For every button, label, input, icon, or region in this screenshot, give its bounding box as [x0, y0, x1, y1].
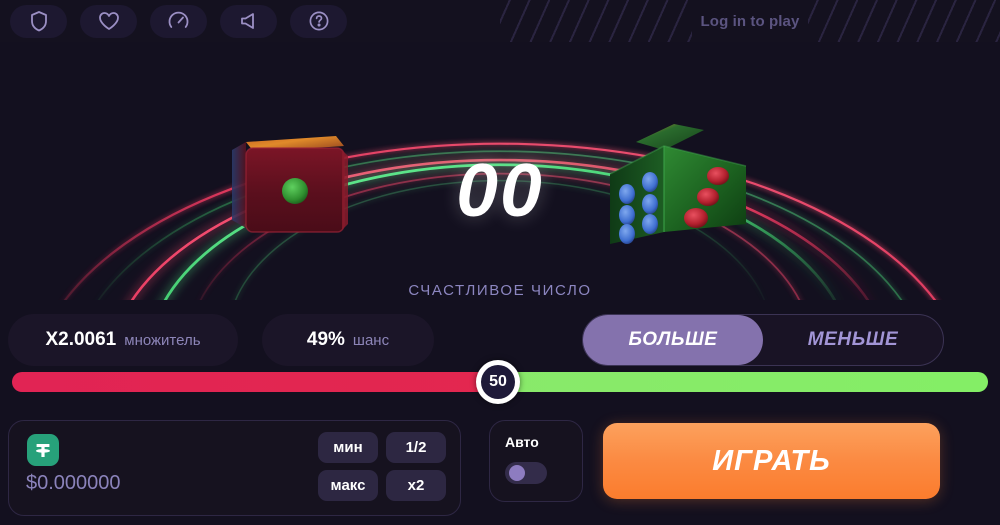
favorites-button[interactable] [80, 4, 137, 38]
auto-toggle-knob [509, 465, 525, 481]
gauge-icon [168, 11, 189, 32]
slider-track-high [500, 372, 988, 392]
toggle-over[interactable]: БОЛЬШЕ [583, 315, 763, 365]
bet-panel[interactable]: $0.000000 мин 1/2 макс x2 [8, 420, 461, 516]
direction-toggle[interactable]: БОЛЬШЕ МЕНЬШЕ [582, 314, 944, 366]
multiplier-pill: X2.0061 множитель [8, 314, 238, 366]
bet-max-button[interactable]: макс [318, 470, 378, 501]
dice-game-app: Log in to play 00 СЧАСТЛИВОЕ ЧИСЛО X2.00… [0, 0, 1000, 525]
bet-quick-buttons: мин 1/2 макс x2 [318, 432, 446, 501]
roll-slider[interactable]: 50 [12, 360, 988, 404]
chance-value: 49% [306, 329, 345, 350]
stats-button[interactable] [150, 4, 207, 38]
chance-label: шанс [352, 331, 390, 349]
game-stage: 00 СЧАСТЛИВОЕ ЧИСЛО [0, 42, 1000, 300]
top-bar-icon-group [0, 4, 347, 38]
help-button[interactable] [290, 4, 347, 38]
login-banner[interactable]: Log in to play [500, 0, 1000, 42]
toggle-under[interactable]: МЕНЬШЕ [763, 315, 943, 365]
multiplier-value: X2.0061 [45, 329, 117, 350]
stripes-right [808, 0, 1000, 42]
stripes-left [500, 0, 692, 42]
slider-value: 50 [481, 365, 515, 399]
shield-icon [29, 10, 49, 32]
auto-panel[interactable]: Авто [489, 420, 583, 502]
top-bar: Log in to play [0, 0, 1000, 42]
slider-track-low [12, 372, 500, 392]
heart-icon [98, 11, 120, 31]
tether-icon [27, 434, 59, 466]
bet-half-button[interactable]: 1/2 [386, 432, 446, 463]
shield-button[interactable] [10, 4, 67, 38]
chance-pill: 49% шанс [262, 314, 434, 366]
auto-label: Авто [505, 434, 539, 450]
login-text: Log in to play [700, 12, 800, 30]
sound-button[interactable] [220, 4, 277, 38]
multiplier-label: множитель [124, 331, 201, 349]
auto-toggle[interactable] [505, 462, 547, 484]
bet-double-button[interactable]: x2 [386, 470, 446, 501]
volume-icon [239, 12, 259, 30]
bet-amount-value[interactable]: $0.000000 [26, 472, 121, 495]
bet-min-button[interactable]: мин [318, 432, 378, 463]
help-icon [308, 10, 330, 32]
lucky-number-label: СЧАСТЛИВОЕ ЧИСЛО [408, 282, 592, 299]
slider-handle[interactable]: 50 [476, 360, 520, 404]
play-button[interactable]: ИГРАТЬ [603, 423, 940, 499]
lucky-number: 00 [456, 148, 544, 232]
